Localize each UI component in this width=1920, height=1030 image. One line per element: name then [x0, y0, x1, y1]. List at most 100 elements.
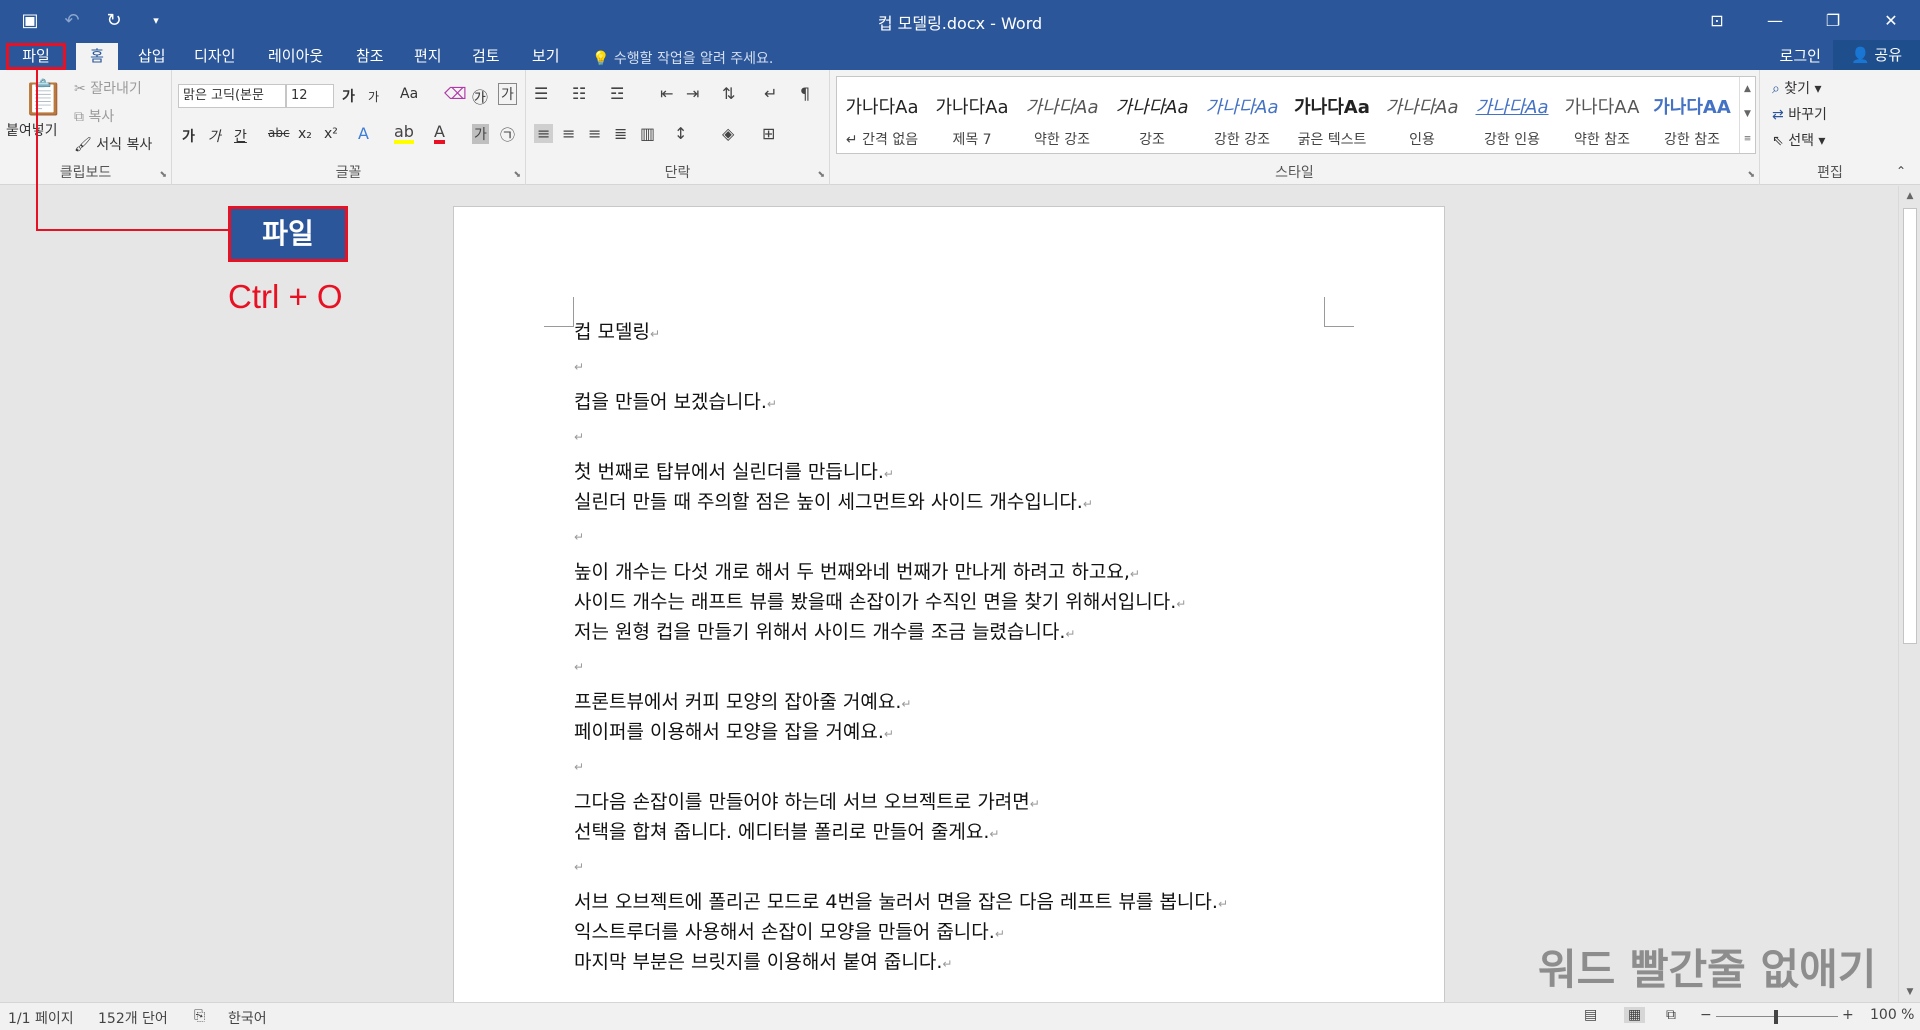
gallery-down-icon[interactable]: ▼: [1740, 102, 1755, 127]
proofing-icon[interactable]: ⎘: [194, 1008, 205, 1024]
font-name-box[interactable]: 맑은 고딕(본문: [178, 84, 286, 108]
paragraph-text: 페이퍼를 이용해서 모양을 잡을 거예요.: [574, 721, 884, 743]
bullets-icon[interactable]: ☰: [534, 84, 548, 103]
bold-button[interactable]: 가: [182, 126, 195, 146]
grow-font-button[interactable]: 가: [342, 86, 355, 106]
shrink-font-button[interactable]: 가: [368, 88, 379, 105]
select-button[interactable]: ⇖ 선택 ▾: [1772, 130, 1825, 150]
style-heading-7[interactable]: 가나다Aa 제목 7: [927, 77, 1017, 153]
restore-icon[interactable]: ❐: [1804, 0, 1862, 40]
paste-button[interactable]: 붙여넣기: [6, 120, 58, 140]
zoom-level[interactable]: 100 %: [1870, 1007, 1914, 1023]
strikethrough-button[interactable]: abc: [268, 126, 290, 140]
replace-button[interactable]: ⇄ 바꾸기: [1772, 104, 1827, 124]
scroll-down-icon[interactable]: ▼: [1899, 982, 1920, 1002]
clipboard-launcher-icon[interactable]: ⬊: [159, 170, 167, 180]
italic-button[interactable]: 가: [208, 126, 221, 146]
font-launcher-icon[interactable]: ⬊: [513, 170, 521, 180]
tab-design[interactable]: 디자인: [184, 43, 245, 70]
share-button[interactable]: 👤 공유: [1832, 40, 1920, 70]
cut-button[interactable]: ✂ 잘라내기: [74, 78, 142, 98]
distribute-icon[interactable]: ▥: [640, 124, 655, 143]
change-case-button[interactable]: Aa: [400, 86, 418, 102]
decrease-indent-icon[interactable]: ⇤: [660, 84, 673, 103]
vertical-scrollbar[interactable]: ▲ ▼: [1898, 186, 1920, 1002]
scroll-up-icon[interactable]: ▲: [1899, 186, 1920, 206]
style-intense-reference[interactable]: 가나다AA 강한 참조: [1647, 77, 1737, 153]
tab-insert[interactable]: 삽입: [128, 43, 176, 70]
char-border-icon[interactable]: 가: [498, 83, 517, 105]
find-icon: ⌕: [1772, 81, 1785, 97]
show-marks-icon[interactable]: ¶: [800, 84, 810, 103]
zoom-slider-thumb[interactable]: [1774, 1010, 1778, 1024]
paste-icon[interactable]: 📋: [22, 78, 64, 118]
tab-layout[interactable]: 레이아웃: [258, 43, 333, 70]
style-no-spacing[interactable]: 가나다Aa ↵ 간격 없음: [837, 77, 927, 153]
style-intense-emphasis[interactable]: 가나다Aa 강한 강조: [1197, 77, 1287, 153]
document-body[interactable]: 컵 모델링↵ ↵ 컵을 만들어 보겠습니다.↵ ↵ 첫 번째로 탑뷰에서 실린더를 만듭…: [574, 317, 1354, 977]
highlight-color-icon[interactable]: ab: [394, 124, 414, 144]
close-icon[interactable]: ✕: [1862, 0, 1920, 40]
gallery-scroll[interactable]: ▲ ▼ ≡: [1739, 77, 1755, 153]
login-link[interactable]: 로그인: [1768, 45, 1833, 66]
style-emphasis[interactable]: 가나다Aa 강조: [1107, 77, 1197, 153]
multilevel-list-icon[interactable]: ☲: [610, 84, 624, 103]
tab-mailings[interactable]: 편지: [404, 43, 452, 70]
align-center-icon[interactable]: ≡: [562, 124, 575, 143]
print-layout-icon[interactable]: ▦: [1624, 1007, 1646, 1023]
styles-launcher-icon[interactable]: ⬊: [1747, 170, 1755, 180]
justify-icon[interactable]: ≣: [614, 124, 627, 143]
scroll-thumb[interactable]: [1903, 208, 1917, 644]
style-subtle-reference[interactable]: 가나다AA 약한 참조: [1557, 77, 1647, 153]
style-strong[interactable]: 가나다Aa 굵은 텍스트: [1287, 77, 1377, 153]
language-indicator[interactable]: 한국어: [228, 1008, 267, 1028]
underline-button[interactable]: 간: [234, 126, 247, 146]
tab-file[interactable]: 파일: [6, 43, 66, 70]
copy-button[interactable]: ⧉ 복사: [74, 106, 114, 126]
style-subtle-emphasis[interactable]: 가나다Aa 약한 강조: [1017, 77, 1107, 153]
margin-corner-top-left: [544, 297, 574, 327]
font-size-box[interactable]: 12: [286, 84, 334, 108]
style-quote[interactable]: 가나다Aa 인용: [1377, 77, 1467, 153]
phonetic-icon[interactable]: ㉮: [472, 84, 488, 108]
tab-review[interactable]: 검토: [462, 43, 510, 70]
style-intense-quote[interactable]: 가나다Aa 강한 인용: [1467, 77, 1557, 153]
tell-me-search[interactable]: 💡 수행할 작업을 알려 주세요.: [592, 48, 773, 68]
font-color-icon[interactable]: A: [434, 124, 445, 144]
tab-view[interactable]: 보기: [522, 43, 570, 70]
tab-home[interactable]: 홈: [76, 43, 118, 70]
paragraph-text: 실린더 만들 때 주의할 점은 높이 세그먼트와 사이드 개수입니다.: [574, 491, 1083, 513]
borders-icon[interactable]: ⊞: [762, 124, 775, 143]
clear-format-icon[interactable]: ⌫: [444, 84, 467, 103]
paragraph-launcher-icon[interactable]: ⬊: [817, 170, 825, 180]
line-spacing-icon[interactable]: ↕: [674, 124, 687, 143]
web-layout-icon[interactable]: ⧉: [1666, 1007, 1676, 1023]
zoom-out-icon[interactable]: −: [1700, 1007, 1712, 1023]
tab-references[interactable]: 참조: [346, 43, 394, 70]
collapse-ribbon-icon[interactable]: ⌃: [1896, 164, 1906, 178]
document-paragraph: ↵: [574, 517, 1354, 557]
page-count[interactable]: 1/1 페이지: [8, 1008, 74, 1028]
enclose-char-icon[interactable]: ㉠: [500, 124, 515, 145]
align-right-icon[interactable]: ≡: [588, 124, 601, 143]
shading-icon[interactable]: ◈: [722, 124, 734, 143]
select-label: 선택: [1788, 133, 1814, 149]
word-count[interactable]: 152개 단어: [98, 1008, 168, 1028]
text-effects-icon[interactable]: A: [358, 124, 369, 143]
line-break-icon[interactable]: ↵: [764, 84, 777, 103]
char-shading-icon[interactable]: 가: [472, 124, 489, 144]
ribbon-display-icon[interactable]: ⊡: [1688, 0, 1746, 40]
subscript-button[interactable]: x₂: [298, 126, 312, 142]
gallery-more-icon[interactable]: ≡: [1740, 127, 1755, 152]
numbering-icon[interactable]: ☷: [572, 84, 586, 103]
increase-indent-icon[interactable]: ⇥: [686, 84, 699, 103]
find-button[interactable]: ⌕ 찾기 ▾: [1772, 78, 1822, 98]
superscript-button[interactable]: x²: [324, 126, 338, 142]
sort-icon[interactable]: ⇅: [722, 84, 735, 103]
read-mode-icon[interactable]: ▤: [1584, 1007, 1597, 1023]
align-left-icon[interactable]: ≡: [534, 124, 554, 143]
minimize-icon[interactable]: —: [1746, 0, 1804, 40]
zoom-in-icon[interactable]: +: [1842, 1007, 1854, 1023]
format-painter-button[interactable]: 🖌 서식 복사: [74, 134, 152, 154]
gallery-up-icon[interactable]: ▲: [1740, 77, 1755, 102]
